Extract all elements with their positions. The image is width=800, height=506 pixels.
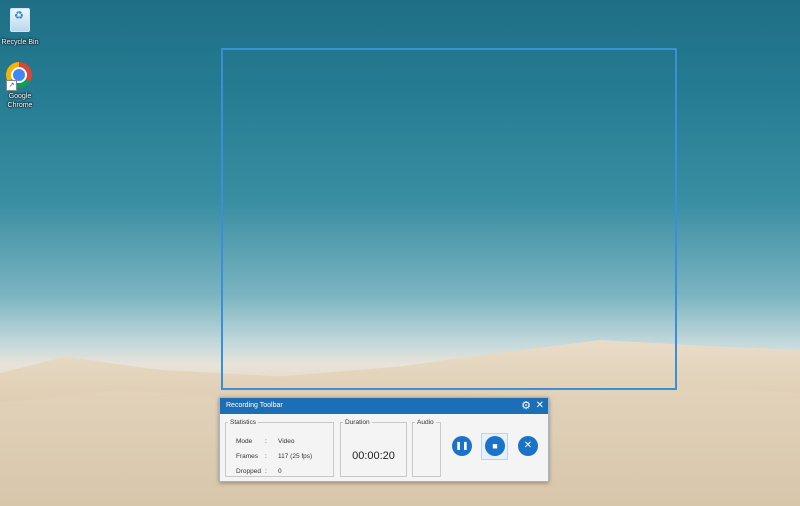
stat-value: 0 xyxy=(278,468,282,475)
duration-value: 00:00:20 xyxy=(352,450,395,462)
shortcut-arrow-icon: ↗ xyxy=(6,80,17,91)
pause-icon: ❚❚ xyxy=(455,441,469,450)
desktop-icon-label: Google Chrome xyxy=(7,93,33,109)
chrome-icon: ↗ xyxy=(6,62,34,91)
stop-button[interactable]: ■ xyxy=(485,436,505,456)
stat-separator: : xyxy=(265,468,267,475)
stat-separator: : xyxy=(265,438,267,445)
duration-group: Duration 00:00:20 xyxy=(340,419,407,477)
cancel-icon: ✕ xyxy=(523,440,533,451)
desktop-icon-label: Recycle Bin xyxy=(1,39,39,46)
stat-label: Frames xyxy=(236,453,259,460)
toolbar-title: Recording Toolbar xyxy=(226,402,283,409)
desktop-icon-google-chrome[interactable]: ↗ Google Chrome xyxy=(0,62,48,110)
toolbar-title-bar[interactable]: Recording Toolbar ⚙ ✕ xyxy=(220,398,548,414)
stat-value: Video xyxy=(278,438,295,445)
statistics-legend: Statistics xyxy=(230,419,257,426)
pause-button[interactable]: ❚❚ xyxy=(452,436,472,456)
stat-label: Mode xyxy=(236,438,253,445)
audio-legend: Audio xyxy=(417,419,434,426)
settings-icon[interactable]: ⚙ xyxy=(521,398,531,414)
statistics-group: Statistics Mode : Video Frames : 117 (25… xyxy=(225,419,334,477)
desktop-icon-recycle-bin[interactable]: Recycle Bin xyxy=(0,6,48,47)
duration-legend: Duration xyxy=(345,419,370,426)
recording-region[interactable] xyxy=(221,48,677,390)
recycle-bin-icon xyxy=(6,8,34,36)
audio-group: Audio xyxy=(412,419,441,477)
stat-label: Dropped xyxy=(236,468,261,475)
stop-icon: ■ xyxy=(492,441,498,451)
stat-value: 117 (25 fps) xyxy=(278,453,313,460)
cancel-button[interactable]: ✕ xyxy=(518,436,538,456)
stat-separator: : xyxy=(265,453,267,460)
close-icon[interactable]: ✕ xyxy=(536,398,544,414)
